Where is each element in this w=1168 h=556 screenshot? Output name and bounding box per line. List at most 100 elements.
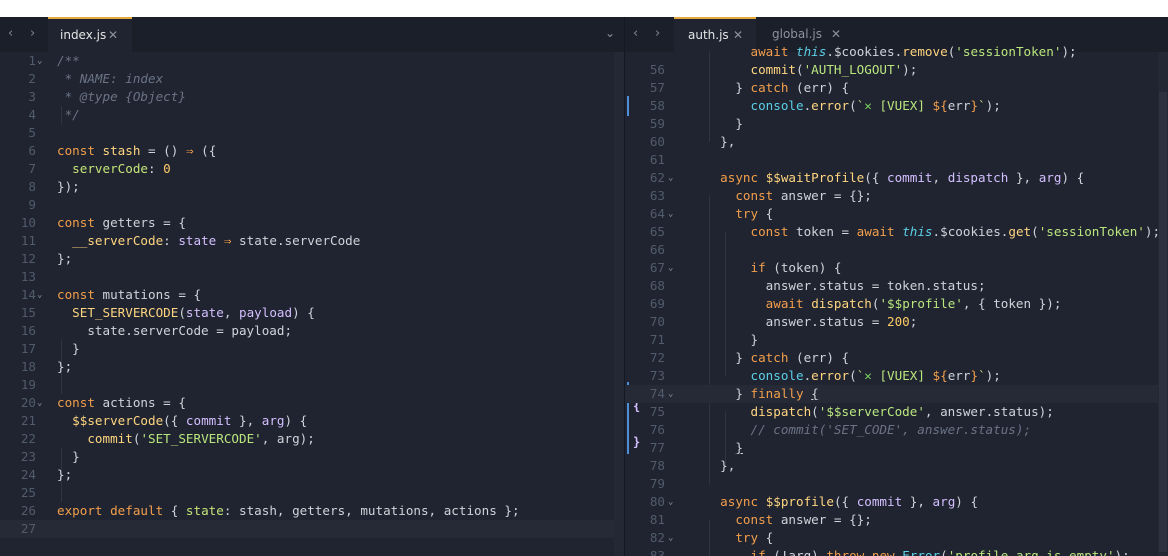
line-number[interactable]: 18 [0,358,36,376]
code-line[interactable]: 8}); [0,178,624,196]
line-number[interactable]: 59 [625,115,665,133]
fold-chevron-icon[interactable]: ⌄ [668,169,673,187]
line-number[interactable]: 83 [625,547,665,556]
line-number[interactable]: 12 [0,250,36,268]
code-line[interactable]: 1 ⌄ /** [0,52,624,70]
line-number[interactable]: 82 [625,529,665,547]
line-number[interactable]: 77 [625,439,665,457]
code-line[interactable]: 56 commit('AUTH_LOGOUT'); [625,61,1168,79]
code-line[interactable]: 20 ⌄ const actions = { [0,394,624,412]
line-number[interactable]: 71 [625,331,665,349]
tab-index-js[interactable]: index.js ✕ [48,17,132,52]
line-number[interactable]: 13 [0,268,36,286]
line-number[interactable]: 1 [0,52,36,70]
scrollbar-thumb[interactable] [1159,92,1167,552]
line-number[interactable]: 10 [0,214,36,232]
line-number[interactable]: 79 [625,475,665,493]
code-line[interactable]: 75 dispatch('$$serverCode', answer.statu… [625,403,1168,421]
code-line[interactable]: 76 // commit('SET_CODE', answer.status); [625,421,1168,439]
code-line[interactable]: 2 * NAME: index [0,70,624,88]
code-line[interactable]: 78 }, [625,457,1168,475]
line-number[interactable]: 6 [0,142,36,160]
chevron-down-icon[interactable]: ⌄ [605,26,615,40]
fold-chevron-icon[interactable]: ⌄ [37,52,42,70]
code-line[interactable]: 79 [625,475,1168,493]
fold-chevron-icon[interactable]: ⌄ [668,385,673,403]
code-line[interactable]: 82 ⌄ try { [625,529,1168,547]
code-line[interactable]: 61 [625,151,1168,169]
fold-chevron-icon[interactable]: ⌄ [37,394,42,412]
code-line[interactable]: 65 const token = await this.$cookies.get… [625,223,1168,241]
nav-back-icon[interactable]: ‹ [8,26,13,42]
code-line[interactable]: 26 export default { state: stash, getters… [0,502,624,520]
scrollbar-left[interactable] [614,52,624,556]
code-line[interactable]: 64 ⌄ try { [625,205,1168,223]
line-number[interactable]: 60 [625,133,665,151]
nav-forward-icon[interactable]: › [30,26,35,42]
line-number[interactable]: 81 [625,511,665,529]
code-line[interactable]: 66 [625,241,1168,259]
code-line[interactable]: 23 } [0,448,624,466]
line-number[interactable]: 70 [625,313,665,331]
line-number[interactable]: 69 [625,295,665,313]
code-editor-right[interactable]: { } await this.$cookies.remove('sessionT… [625,44,1168,556]
line-number[interactable]: 21 [0,412,36,430]
line-number[interactable]: 61 [625,151,665,169]
line-number[interactable]: 58 [625,97,665,115]
fold-chevron-icon[interactable]: ⌄ [668,493,673,511]
code-line[interactable]: 18}; [0,358,624,376]
code-line[interactable]: 81 const answer = {}; [625,511,1168,529]
code-line[interactable]: 10 const getters = { [0,214,624,232]
line-number[interactable]: 2 [0,70,36,88]
line-number[interactable]: 3 [0,88,36,106]
line-number[interactable]: 56 [625,61,665,79]
line-number[interactable]: 5 [0,124,36,142]
code-line[interactable]: 19 [0,376,624,394]
code-line[interactable]: 69 await dispatch('$$profile', { token }… [625,295,1168,313]
fold-chevron-icon[interactable]: ⌄ [668,259,673,277]
code-line[interactable]: 59 } [625,115,1168,133]
line-number[interactable]: 14 [0,286,36,304]
code-line[interactable]: 13 [0,268,624,286]
code-line[interactable]: 15 SET_SERVERCODE(state, payload) { [0,304,624,322]
line-number[interactable]: 67 [625,259,665,277]
code-line[interactable]: 77 } [625,439,1168,457]
line-number[interactable]: 26 [0,502,36,520]
code-line[interactable]: 5 [0,124,624,142]
line-number[interactable]: 57 [625,79,665,97]
line-number[interactable]: 7 [0,160,36,178]
code-line[interactable]: 68 answer.status = token.status; [625,277,1168,295]
code-line[interactable]: 70 answer.status = 200; [625,313,1168,331]
line-number[interactable]: 20 [0,394,36,412]
line-number[interactable]: 15 [0,304,36,322]
close-icon[interactable]: ✕ [108,19,118,52]
code-line[interactable]: 73 console.error(`✕ [VUEX] ${err}`); [625,367,1168,385]
fold-chevron-icon[interactable]: ⌄ [668,529,673,547]
code-line[interactable]: 80 ⌄ async $$profile({ commit }, arg) { [625,493,1168,511]
code-line[interactable]: 21 $$serverCode({ commit }, arg) { [0,412,624,430]
code-line-partial[interactable]: await this.$cookies.remove('sessionToken… [625,43,1168,61]
line-number[interactable]: 80 [625,493,665,511]
line-number[interactable]: 76 [625,421,665,439]
line-number[interactable]: 66 [625,241,665,259]
line-number[interactable]: 64 [625,205,665,223]
code-line[interactable]: 6 const stash = () ⇒ ({ [0,142,624,160]
code-line[interactable]: 14 ⌄ const mutations = { [0,286,624,304]
code-line[interactable]: 62 ⌄ async $$waitProfile({ commit, dispat… [625,169,1168,187]
code-line[interactable]: 27 [0,520,624,538]
line-number[interactable]: 8 [0,178,36,196]
fold-chevron-icon[interactable]: ⌄ [668,205,673,223]
code-line[interactable]: 83 if (!arg) throw new Error('profile ar… [625,547,1168,556]
line-number[interactable]: 75 [625,403,665,421]
line-number[interactable]: 22 [0,430,36,448]
code-line[interactable]: 72 } catch (err) { [625,349,1168,367]
line-number[interactable]: 65 [625,223,665,241]
code-line[interactable]: 7 serverCode: 0 [0,160,624,178]
nav-back-icon[interactable]: ‹ [633,26,638,42]
line-number[interactable]: 11 [0,232,36,250]
code-line[interactable]: 63 const answer = {}; [625,187,1168,205]
code-line[interactable]: 4 */ [0,106,624,124]
line-number[interactable]: 4 [0,106,36,124]
line-number[interactable]: 23 [0,448,36,466]
code-line[interactable]: 16 state.serverCode = payload; [0,322,624,340]
